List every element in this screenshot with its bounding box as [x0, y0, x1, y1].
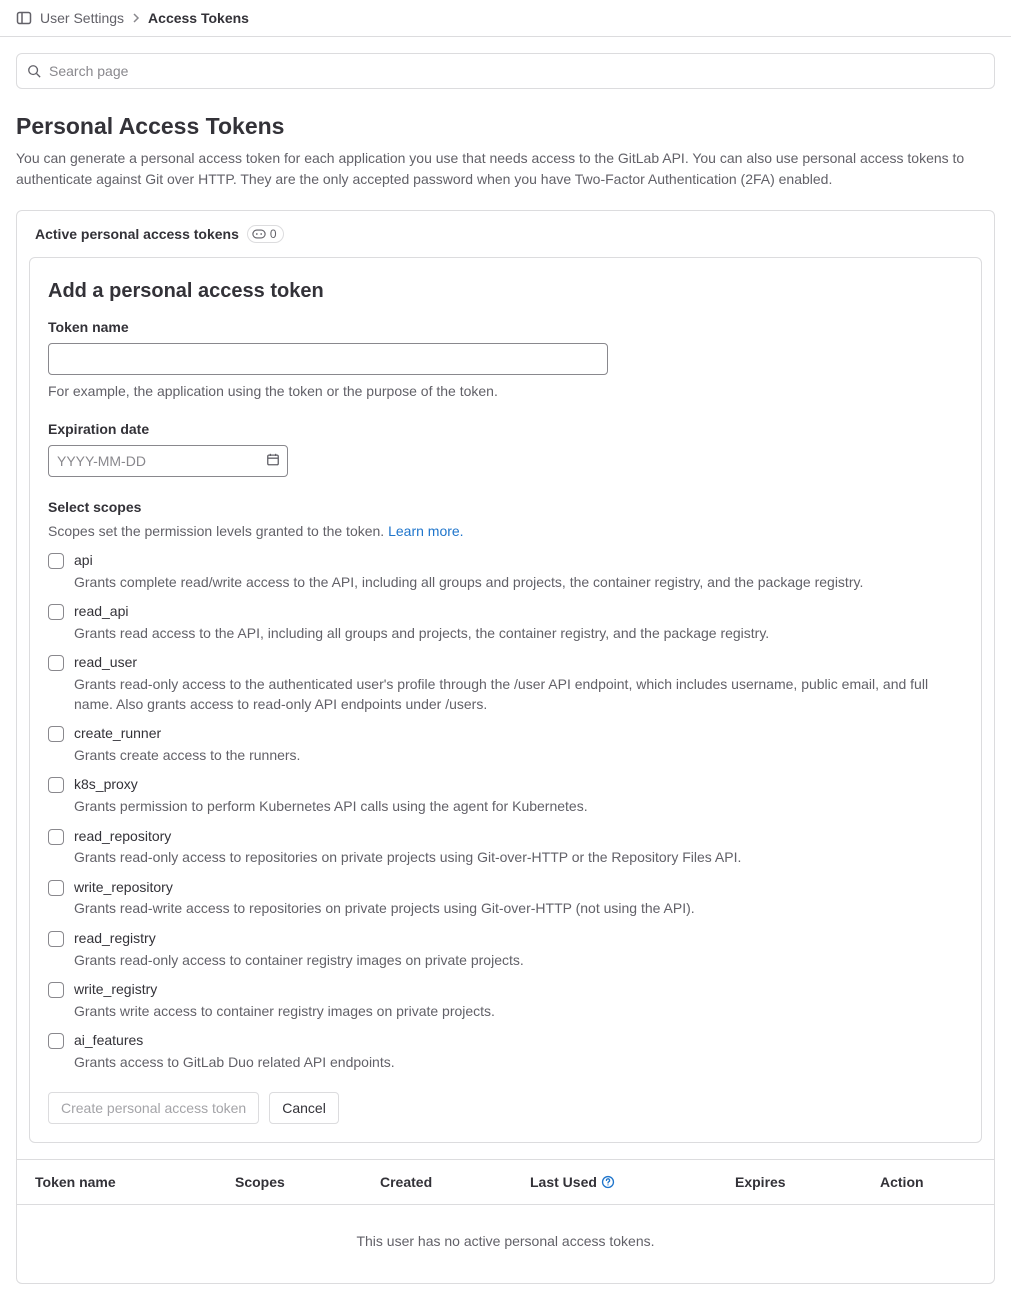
scope-name: k8s_proxy	[74, 775, 963, 795]
scope-text: ai_featuresGrants access to GitLab Duo r…	[74, 1031, 963, 1072]
scope-desc: Grants read-only access to container reg…	[74, 951, 963, 971]
col-token-name: Token name	[35, 1174, 235, 1190]
scope-item-read_registry: read_registryGrants read-only access to …	[48, 929, 963, 970]
scope-name: write_repository	[74, 878, 963, 898]
scope-desc: Grants access to GitLab Duo related API …	[74, 1053, 963, 1073]
breadcrumb-parent[interactable]: User Settings	[40, 10, 124, 26]
scope-desc: Grants read-write access to repositories…	[74, 899, 963, 919]
scope-name: write_registry	[74, 980, 963, 1000]
scope-desc: Grants complete read/write access to the…	[74, 573, 963, 593]
scope-item-write_registry: write_registryGrants write access to con…	[48, 980, 963, 1021]
scope-text: write_registryGrants write access to con…	[74, 980, 963, 1021]
scope-name: read_api	[74, 602, 963, 622]
scope-checkbox-create_runner[interactable]	[48, 726, 64, 742]
scope-list: apiGrants complete read/write access to …	[48, 551, 963, 1072]
scope-name: read_repository	[74, 827, 963, 847]
token-icon	[252, 229, 266, 239]
scope-text: read_registryGrants read-only access to …	[74, 929, 963, 970]
active-tokens-label: Active personal access tokens	[35, 226, 239, 242]
content: Personal Access Tokens You can generate …	[0, 37, 1011, 1300]
scope-text: read_repositoryGrants read-only access t…	[74, 827, 963, 868]
scope-item-k8s_proxy: k8s_proxyGrants permission to perform Ku…	[48, 775, 963, 816]
calendar-icon[interactable]	[266, 453, 280, 470]
learn-more-link[interactable]: Learn more.	[388, 523, 463, 539]
scope-text: write_repositoryGrants read-write access…	[74, 878, 963, 919]
scope-text: k8s_proxyGrants permission to perform Ku…	[74, 775, 963, 816]
scope-checkbox-write_registry[interactable]	[48, 982, 64, 998]
search-container[interactable]	[16, 53, 995, 89]
tokens-panel: Active personal access tokens 0 Add a pe…	[16, 210, 995, 1284]
scopes-label: Select scopes	[48, 499, 963, 515]
create-token-button[interactable]: Create personal access token	[48, 1092, 259, 1124]
scope-checkbox-read_user[interactable]	[48, 655, 64, 671]
topbar: User Settings Access Tokens	[0, 0, 1011, 37]
scope-checkbox-read_api[interactable]	[48, 604, 64, 620]
scope-checkbox-write_repository[interactable]	[48, 880, 64, 896]
tokens-table: Token name Scopes Created Last Used Expi…	[17, 1159, 994, 1283]
scope-name: ai_features	[74, 1031, 963, 1051]
scope-item-write_repository: write_repositoryGrants read-write access…	[48, 878, 963, 919]
active-tokens-count: 0	[270, 226, 277, 242]
scope-checkbox-api[interactable]	[48, 553, 64, 569]
scopes-desc-text: Scopes set the permission levels granted…	[48, 523, 388, 539]
scope-desc: Grants read-only access to repositories …	[74, 848, 963, 868]
breadcrumb: User Settings Access Tokens	[40, 10, 249, 26]
token-name-label: Token name	[48, 319, 963, 335]
add-token-form: Add a personal access token Token name F…	[29, 257, 982, 1143]
scope-checkbox-read_registry[interactable]	[48, 931, 64, 947]
expiration-input[interactable]	[48, 445, 288, 477]
scope-checkbox-k8s_proxy[interactable]	[48, 777, 64, 793]
table-header: Token name Scopes Created Last Used Expi…	[17, 1159, 994, 1205]
token-name-hint: For example, the application using the t…	[48, 383, 963, 399]
scope-desc: Grants read access to the API, including…	[74, 624, 963, 644]
scope-item-create_runner: create_runnerGrants create access to the…	[48, 724, 963, 765]
table-empty: This user has no active personal access …	[17, 1205, 994, 1283]
cancel-button[interactable]: Cancel	[269, 1092, 339, 1124]
scope-checkbox-read_repository[interactable]	[48, 829, 64, 845]
button-row: Create personal access token Cancel	[48, 1092, 963, 1124]
scope-item-read_repository: read_repositoryGrants read-only access t…	[48, 827, 963, 868]
search-input[interactable]	[47, 62, 984, 80]
token-name-input[interactable]	[48, 343, 608, 375]
add-token-title: Add a personal access token	[48, 280, 963, 303]
chevron-right-icon	[130, 12, 142, 24]
page-title: Personal Access Tokens	[16, 113, 995, 140]
scope-desc: Grants read-only access to the authentic…	[74, 675, 963, 714]
col-created: Created	[380, 1174, 530, 1190]
expiration-label: Expiration date	[48, 421, 963, 437]
col-scopes: Scopes	[235, 1174, 380, 1190]
col-action: Action	[880, 1174, 976, 1190]
scopes-desc: Scopes set the permission levels granted…	[48, 523, 963, 539]
scope-name: read_user	[74, 653, 963, 673]
col-last-used: Last Used	[530, 1174, 735, 1190]
scope-text: create_runnerGrants create access to the…	[74, 724, 963, 765]
help-icon[interactable]	[601, 1175, 615, 1189]
scope-text: read_apiGrants read access to the API, i…	[74, 602, 963, 643]
scope-name: read_registry	[74, 929, 963, 949]
scope-desc: Grants permission to perform Kubernetes …	[74, 797, 963, 817]
scope-checkbox-ai_features[interactable]	[48, 1033, 64, 1049]
scope-text: apiGrants complete read/write access to …	[74, 551, 963, 592]
scope-item-read_api: read_apiGrants read access to the API, i…	[48, 602, 963, 643]
expiration-wrap	[48, 445, 288, 477]
page-description: You can generate a personal access token…	[16, 148, 995, 190]
active-tokens-header: Active personal access tokens 0	[17, 211, 994, 257]
scope-item-ai_features: ai_featuresGrants access to GitLab Duo r…	[48, 1031, 963, 1072]
panel-left-icon[interactable]	[16, 10, 32, 26]
scope-name: create_runner	[74, 724, 963, 744]
col-expires: Expires	[735, 1174, 880, 1190]
active-tokens-count-badge: 0	[247, 225, 284, 243]
breadcrumb-current: Access Tokens	[148, 10, 249, 26]
search-icon	[27, 64, 41, 78]
scope-text: read_userGrants read-only access to the …	[74, 653, 963, 714]
scope-desc: Grants create access to the runners.	[74, 746, 963, 766]
scope-item-read_user: read_userGrants read-only access to the …	[48, 653, 963, 714]
scope-item-api: apiGrants complete read/write access to …	[48, 551, 963, 592]
scope-desc: Grants write access to container registr…	[74, 1002, 963, 1022]
scope-name: api	[74, 551, 963, 571]
col-last-used-label: Last Used	[530, 1174, 597, 1190]
